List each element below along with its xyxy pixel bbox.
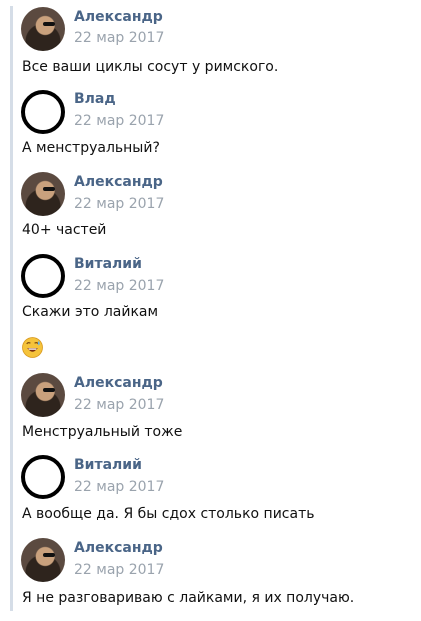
message-date[interactable]: 22 мар 2017 (74, 30, 164, 46)
message-date[interactable]: 22 мар 2017 (74, 278, 164, 294)
message-text: А вообще да. Я бы сдох столько писать (22, 506, 315, 522)
author-name[interactable]: Александр (74, 375, 163, 391)
avatar[interactable] (21, 90, 65, 134)
message-text: Я не разговариваю с лайками, я их получа… (22, 590, 355, 606)
message-date[interactable]: 22 мар 2017 (74, 479, 164, 495)
author-name[interactable]: Виталий (74, 457, 142, 473)
message-date[interactable]: 22 мар 2017 (74, 397, 164, 413)
thread-rail (10, 6, 13, 611)
message-text: 40+ частей (22, 222, 107, 238)
message-date[interactable]: 22 мар 2017 (74, 196, 164, 212)
avatar[interactable] (21, 172, 65, 216)
avatar[interactable] (21, 373, 65, 417)
author-name[interactable]: Александр (74, 9, 163, 25)
message-date[interactable]: 22 мар 2017 (74, 113, 164, 129)
avatar[interactable] (21, 538, 65, 582)
message-text: А менструальный? (22, 140, 160, 156)
avatar[interactable] (21, 254, 65, 298)
avatar[interactable] (21, 7, 65, 51)
message-date[interactable]: 22 мар 2017 (74, 562, 164, 578)
author-name[interactable]: Александр (74, 174, 163, 190)
grinning-face-sweat-icon (22, 337, 43, 358)
author-name[interactable]: Александр (74, 540, 163, 556)
avatar[interactable] (21, 455, 65, 499)
message-text: Все ваши циклы сосут у римского. (22, 59, 279, 75)
message-text: Менструальный тоже (22, 424, 183, 440)
author-name[interactable]: Влад (74, 91, 116, 107)
author-name[interactable]: Виталий (74, 256, 142, 272)
message-text: Скажи это лайкам (22, 304, 159, 320)
